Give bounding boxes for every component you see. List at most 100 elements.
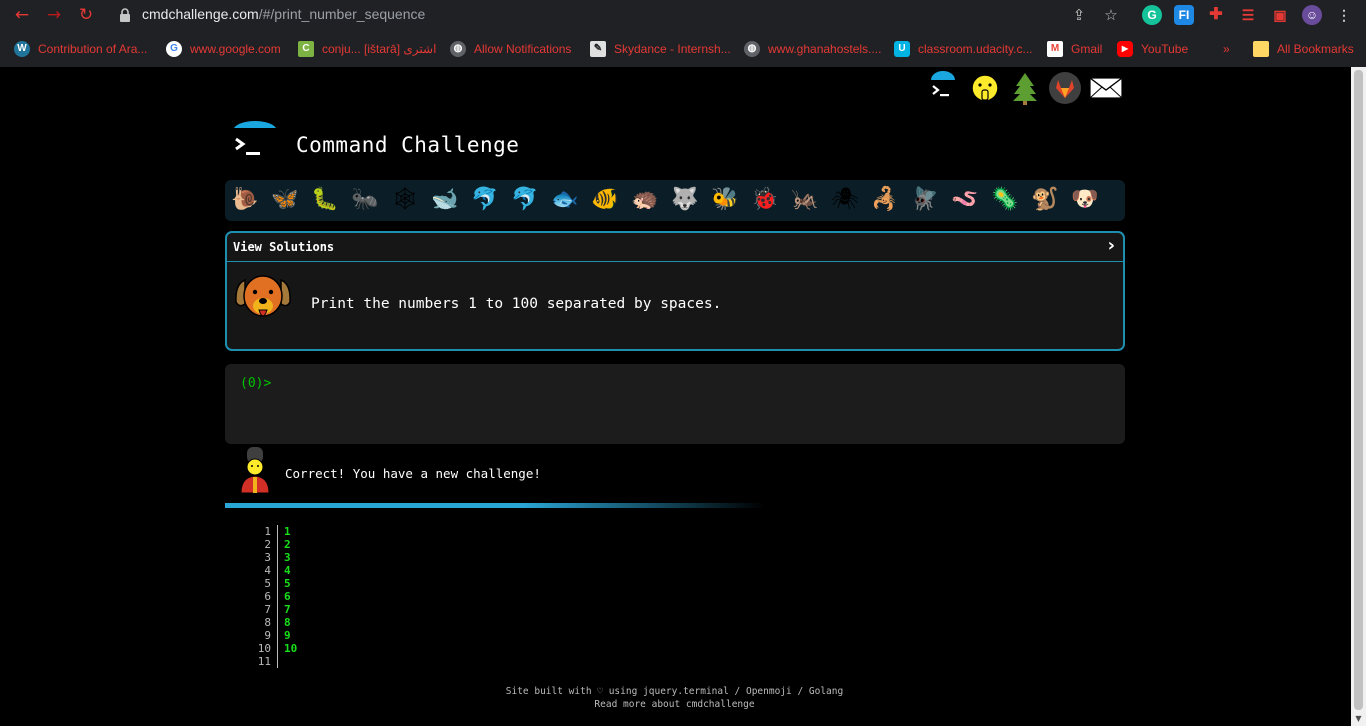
shushing-face-icon[interactable] [968,70,1002,106]
address-bar[interactable]: cmdchallenge.com/#/print_number_sequence… [110,3,1130,27]
output-line-number: 6 [264,590,271,603]
scorpion-icon[interactable]: 🦂 [869,184,901,216]
bookmarks-overflow-button[interactable]: » [1223,40,1230,58]
output-gutter [277,525,278,668]
output-line-number: 2 [264,538,271,551]
dolphin-gray-icon[interactable]: 🐬 [509,184,541,216]
output-line: 3 [284,551,291,564]
bookmark-item[interactable]: Cconju... [ištarā] اشترى [298,40,436,58]
bookmark-label: www.ghanahostels.... [768,42,882,56]
progress-bar [225,503,765,508]
output-line: 9 [284,629,291,642]
lock-icon [120,8,130,22]
share-icon[interactable]: ⇪ [1070,6,1088,24]
view-solutions-label: View Solutions [233,240,335,254]
ant-icon[interactable]: 🐜 [349,184,381,216]
dog-icon[interactable]: 🐶 [1069,184,1101,216]
udacity-icon: U [894,41,910,57]
tropical-fish-icon[interactable]: 🐠 [589,184,621,216]
snail-icon[interactable]: 🐌 [229,184,261,216]
hedgehog-icon[interactable]: 🦔 [629,184,661,216]
spider-web-icon[interactable]: 🕸 [389,184,421,216]
reading-list-icon[interactable]: ☰ [1238,5,1258,25]
gmail-icon: M [1047,41,1063,57]
output-line: 7 [284,603,291,616]
folder-icon [1253,41,1269,57]
back-arrow-icon[interactable]: ← [12,5,32,25]
bookmark-label: Contribution of Ara... [38,42,148,56]
fly-icon[interactable]: 🪰 [909,184,941,216]
scroll-down-icon[interactable]: ▼ [1351,712,1366,726]
output-line-number: 3 [264,551,271,564]
bookmark-item[interactable]: ◍ Allow Notifications [450,40,571,58]
bookmark-item[interactable]: M Gmail [1047,40,1102,58]
all-bookmarks-button[interactable]: All Bookmarks [1253,40,1354,58]
side-panel-icon[interactable]: ▣ [1270,5,1290,25]
star-icon[interactable]: ☆ [1102,6,1120,24]
pen-icon: ✎ [590,41,606,57]
output-line-number: 5 [264,577,271,590]
wordpress-icon: W [14,41,30,57]
extension-fi-icon[interactable]: FI [1174,5,1194,25]
output-line-number: 1 [264,525,271,538]
bee-icon[interactable]: 🐝 [709,184,741,216]
output-line-number: 8 [264,616,271,629]
page-title: Command Challenge [296,133,520,157]
challenge-card: View Solutions › Print the numbers 1 to … [225,231,1125,351]
microbe-icon[interactable]: 🦠 [989,184,1021,216]
caterpillar-icon[interactable]: 🐛 [309,184,341,216]
fish-icon[interactable]: 🐟 [549,184,581,216]
output-line-number: 9 [264,629,271,642]
globe-icon: ◍ [744,41,760,57]
url-text: cmdchallenge.com/#/print_number_sequence [142,6,425,22]
spider-icon[interactable]: 🕷 [829,184,861,216]
avatar[interactable]: ☺ [1302,5,1322,25]
output-line-number: 11 [257,655,271,668]
bookmark-label: Skydance - Internsh... [614,42,731,56]
forward-arrow-icon[interactable]: → [44,5,64,25]
envelope-icon[interactable] [1088,70,1124,106]
puzzle-icon[interactable]: ✚ [1206,5,1226,25]
reload-icon[interactable]: ↻ [76,5,96,25]
guard-icon [240,447,270,494]
footer-credits: Site built with ♡ using jquery.terminal … [505,686,844,697]
output-line-number: 10 [257,642,271,655]
terminal-logo-icon[interactable] [926,70,960,106]
bookmark-item[interactable]: Gwww.google.com [166,40,281,58]
tree-icon[interactable] [1008,70,1042,106]
globe-icon: ◍ [450,41,466,57]
cricket-icon[interactable]: 🦗 [789,184,821,216]
output-line: 4 [284,564,291,577]
site-icon: C [298,41,314,57]
footer-read-more-link[interactable]: Read more about cmdchallenge [0,699,1349,710]
bookmark-label: Gmail [1071,42,1103,56]
bookmark-item[interactable]: ✎ Skydance - Internsh... [590,40,731,58]
page-scrollbar[interactable]: ▲ ▼ [1351,67,1366,726]
output-line: 10 [284,642,298,655]
dolphin-icon[interactable]: 🐬 [469,184,501,216]
worm-icon[interactable]: 🪱 [949,184,981,216]
url-path: /#/print_number_sequence [258,6,426,22]
bookmark-item[interactable]: ▶ YouTube [1117,40,1188,58]
bookmark-item[interactable]: ◍ www.ghanahostels.... [744,40,881,58]
monkey-icon[interactable]: 🐒 [1029,184,1061,216]
view-solutions-toggle[interactable]: View Solutions › [227,233,1123,262]
bookmark-label: YouTube [1141,42,1189,56]
chevron-right-icon[interactable]: › [1108,235,1115,256]
challenge-description: Print the numbers 1 to 100 separated by … [311,296,722,312]
butterfly-icon[interactable]: 🦋 [269,184,301,216]
wolf-icon[interactable]: 🐺 [669,184,701,216]
output-line: 6 [284,590,291,603]
gitlab-icon[interactable] [1048,70,1082,106]
terminal-input-area[interactable]: (0)> [225,364,1125,444]
output-line-number: 4 [264,564,271,577]
kebab-menu-icon[interactable]: ⋮ [1334,5,1354,25]
ladybug-icon[interactable]: 🐞 [749,184,781,216]
output-line-number: 7 [264,603,271,616]
bookmarks-overflow-label: » [1223,42,1230,56]
bookmark-item[interactable]: W Contribution of Ara... [14,40,147,58]
grammarly-icon[interactable]: G [1142,5,1162,25]
bookmark-item[interactable]: Uclassroom.udacity.c... [894,40,1032,58]
whale-icon[interactable]: 🐋 [429,184,461,216]
scroll-thumb[interactable] [1354,70,1363,710]
